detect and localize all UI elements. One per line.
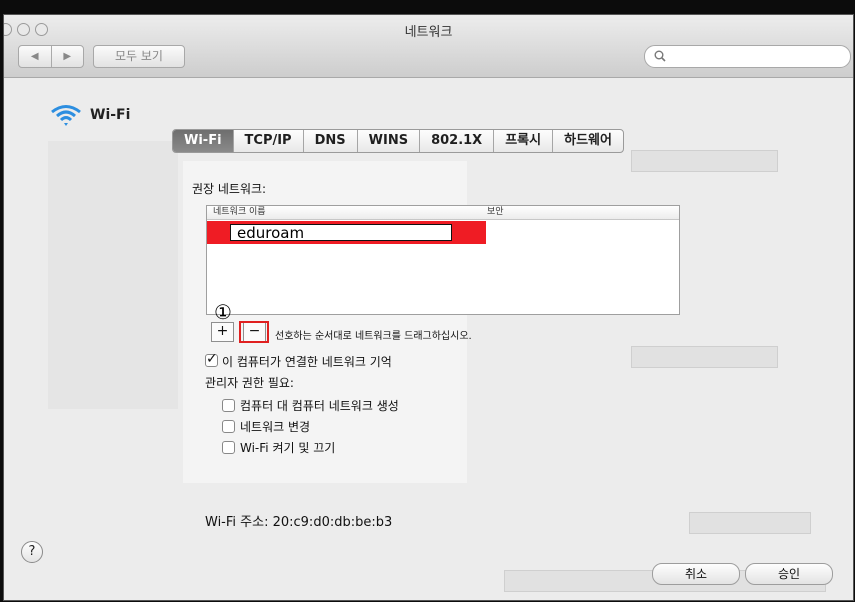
wifi-address-label: Wi-Fi 주소: <box>205 515 269 530</box>
forward-arrow-icon[interactable]: ▶ <box>52 46 84 67</box>
preferred-networks-label: 권장 네트워크: <box>192 182 267 196</box>
admin-required-label: 관리자 권한 필요: <box>205 376 294 390</box>
wifi-power-label: Wi-Fi 켜기 및 끄기 <box>240 441 336 455</box>
change-network-checkbox[interactable] <box>222 420 235 433</box>
create-computer-network-label: 컴퓨터 대 컴퓨터 네트워크 생성 <box>240 399 399 413</box>
service-title: Wi-Fi <box>90 107 131 123</box>
search-field[interactable] <box>644 45 851 68</box>
network-preferences-window: 네트워크 ◀ ▶ 모두 보기 Wi-Fi Wi-Fi TCP/IP DNS WI… <box>3 14 854 601</box>
ok-button[interactable]: 승인 <box>745 563 833 585</box>
tab-proxy[interactable]: 프록시 <box>494 130 554 152</box>
create-computer-network-checkbox[interactable] <box>222 399 235 412</box>
wifi-icon <box>51 105 81 126</box>
remember-networks-label: 이 컴퓨터가 연결한 네트워크 기억 <box>222 355 392 369</box>
remember-networks-checkbox[interactable] <box>205 351 218 367</box>
help-button[interactable]: ? <box>21 541 43 563</box>
cancel-button[interactable]: 취소 <box>652 563 740 585</box>
tab-wifi[interactable]: Wi-Fi <box>173 130 234 152</box>
preferred-network-list[interactable]: 네트워크 이름 보안 eduroam <box>206 205 680 315</box>
wifi-address-row: Wi-Fi 주소: 20:c9:d0:db:be:b3 <box>205 511 392 530</box>
step-number-annotation: ① <box>214 300 232 324</box>
change-network-label: 네트워크 변경 <box>240 420 311 434</box>
security-column-header[interactable]: 보안 <box>487 206 504 219</box>
tab-wins[interactable]: WINS <box>358 130 421 152</box>
back-forward-control[interactable]: ◀ ▶ <box>18 45 84 68</box>
tab-dns[interactable]: DNS <box>304 130 358 152</box>
background-panel <box>631 150 778 172</box>
window-title: 네트워크 <box>404 25 453 40</box>
network-name-column-header[interactable]: 네트워크 이름 <box>213 206 266 219</box>
show-all-button[interactable]: 모두 보기 <box>93 45 185 68</box>
title-bar: 네트워크 ◀ ▶ 모두 보기 <box>4 15 853 78</box>
service-list-background <box>48 141 178 409</box>
back-arrow-icon[interactable]: ◀ <box>19 46 52 67</box>
search-icon <box>654 50 666 62</box>
remove-button-annotation-box <box>239 321 269 343</box>
add-network-button[interactable]: + <box>211 322 234 342</box>
background-panel <box>631 346 778 368</box>
drag-order-hint: 선호하는 순서대로 네트워크를 드래그하십시오. <box>275 331 472 342</box>
wifi-power-checkbox[interactable] <box>222 441 235 454</box>
wifi-address-value: 20:c9:d0:db:be:b3 <box>272 515 393 530</box>
background-panel <box>689 512 811 534</box>
network-row-eduroam[interactable]: eduroam <box>230 224 452 242</box>
service-header: Wi-Fi <box>48 103 130 127</box>
tab-8021x[interactable]: 802.1X <box>420 130 495 152</box>
tab-bar: Wi-Fi TCP/IP DNS WINS 802.1X 프록시 하드웨어 <box>172 129 624 153</box>
list-header: 네트워크 이름 보안 <box>207 206 679 220</box>
tab-tcpip[interactable]: TCP/IP <box>234 130 304 152</box>
tab-hardware[interactable]: 하드웨어 <box>553 130 623 152</box>
